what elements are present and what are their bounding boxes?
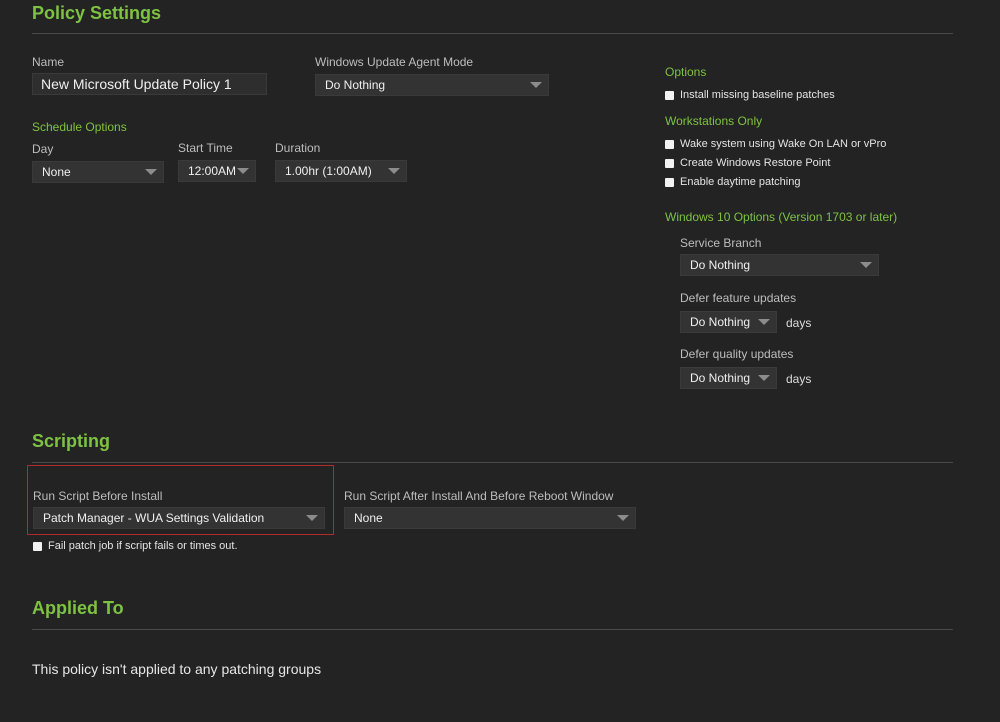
chevron-down-icon — [306, 515, 318, 521]
wua-mode-value: Do Nothing — [325, 78, 386, 92]
defer-quality-label: Defer quality updates — [680, 347, 794, 361]
defer-quality-select[interactable]: Do Nothing — [680, 367, 777, 389]
applied-to-title: Applied To — [32, 598, 124, 618]
scripting-title: Scripting — [32, 431, 111, 451]
run-after-value: None — [354, 511, 383, 525]
checkbox[interactable] — [665, 158, 674, 168]
checkbox[interactable] — [665, 90, 674, 100]
day-label: Day — [32, 142, 54, 156]
run-before-label: Run Script Before Install — [33, 489, 163, 503]
applied-to-message: This policy isn't applied to any patchin… — [32, 661, 322, 677]
policy-settings-title: Policy Settings — [32, 3, 162, 23]
duration-label: Duration — [275, 141, 321, 155]
chevron-down-icon — [617, 515, 629, 521]
run-after-label: Run Script After Install And Before Rebo… — [344, 489, 614, 503]
install-baseline-label: Install missing baseline patches — [680, 89, 835, 101]
checkbox[interactable] — [33, 541, 42, 551]
wake-lan-option[interactable]: Wake system using Wake On LAN or vPro — [665, 138, 886, 150]
workstations-only-title: Workstations Only — [665, 114, 763, 128]
day-select[interactable]: None — [32, 161, 164, 183]
wua-mode-label: Windows Update Agent Mode — [315, 55, 474, 69]
chevron-down-icon — [530, 82, 542, 88]
fail-patch-option[interactable]: Fail patch job if script fails or times … — [33, 540, 238, 552]
defer-quality-value: Do Nothing — [690, 371, 751, 385]
service-branch-select[interactable]: Do Nothing — [680, 254, 879, 276]
chevron-down-icon — [237, 168, 249, 174]
divider — [32, 629, 953, 630]
restore-point-option[interactable]: Create Windows Restore Point — [665, 157, 830, 169]
service-branch-label: Service Branch — [680, 236, 762, 250]
checkbox[interactable] — [665, 177, 674, 187]
install-baseline-option[interactable]: Install missing baseline patches — [665, 89, 835, 101]
chevron-down-icon — [758, 319, 770, 325]
start-time-value: 12:00AM — [188, 164, 237, 178]
defer-quality-days-label: days — [786, 372, 812, 386]
fail-patch-label: Fail patch job if script fails or times … — [48, 540, 238, 552]
day-value: None — [42, 165, 71, 179]
run-after-select[interactable]: None — [344, 507, 636, 529]
schedule-options-title: Schedule Options — [32, 120, 127, 134]
duration-value: 1.00hr (1:00AM) — [285, 164, 372, 178]
divider — [32, 462, 953, 463]
start-time-select[interactable]: 12:00AM — [178, 160, 256, 182]
daytime-patching-label: Enable daytime patching — [680, 176, 801, 188]
checkbox[interactable] — [665, 139, 674, 149]
options-title: Options — [665, 65, 707, 79]
windows10-options-title: Windows 10 Options (Version 1703 or late… — [665, 210, 898, 224]
run-before-select[interactable]: Patch Manager - WUA Settings Validation — [33, 507, 325, 529]
wua-mode-select[interactable]: Do Nothing — [315, 74, 549, 96]
divider — [32, 33, 953, 34]
chevron-down-icon — [388, 168, 400, 174]
run-before-value: Patch Manager - WUA Settings Validation — [43, 511, 265, 525]
defer-feature-days-label: days — [786, 316, 812, 330]
chevron-down-icon — [758, 375, 770, 381]
name-label: Name — [32, 55, 65, 69]
wake-lan-label: Wake system using Wake On LAN or vPro — [680, 138, 887, 150]
service-branch-value: Do Nothing — [690, 258, 751, 272]
duration-select[interactable]: 1.00hr (1:00AM) — [275, 160, 407, 182]
restore-point-label: Create Windows Restore Point — [680, 157, 831, 169]
chevron-down-icon — [860, 262, 872, 268]
chevron-down-icon — [145, 169, 157, 175]
daytime-patching-option[interactable]: Enable daytime patching — [665, 176, 800, 188]
defer-feature-select[interactable]: Do Nothing — [680, 311, 777, 333]
start-time-label: Start Time — [178, 141, 233, 155]
defer-feature-label: Defer feature updates — [680, 291, 797, 305]
policy-name-input[interactable]: New Microsoft Update Policy 1 — [32, 73, 267, 95]
defer-feature-value: Do Nothing — [690, 315, 751, 329]
